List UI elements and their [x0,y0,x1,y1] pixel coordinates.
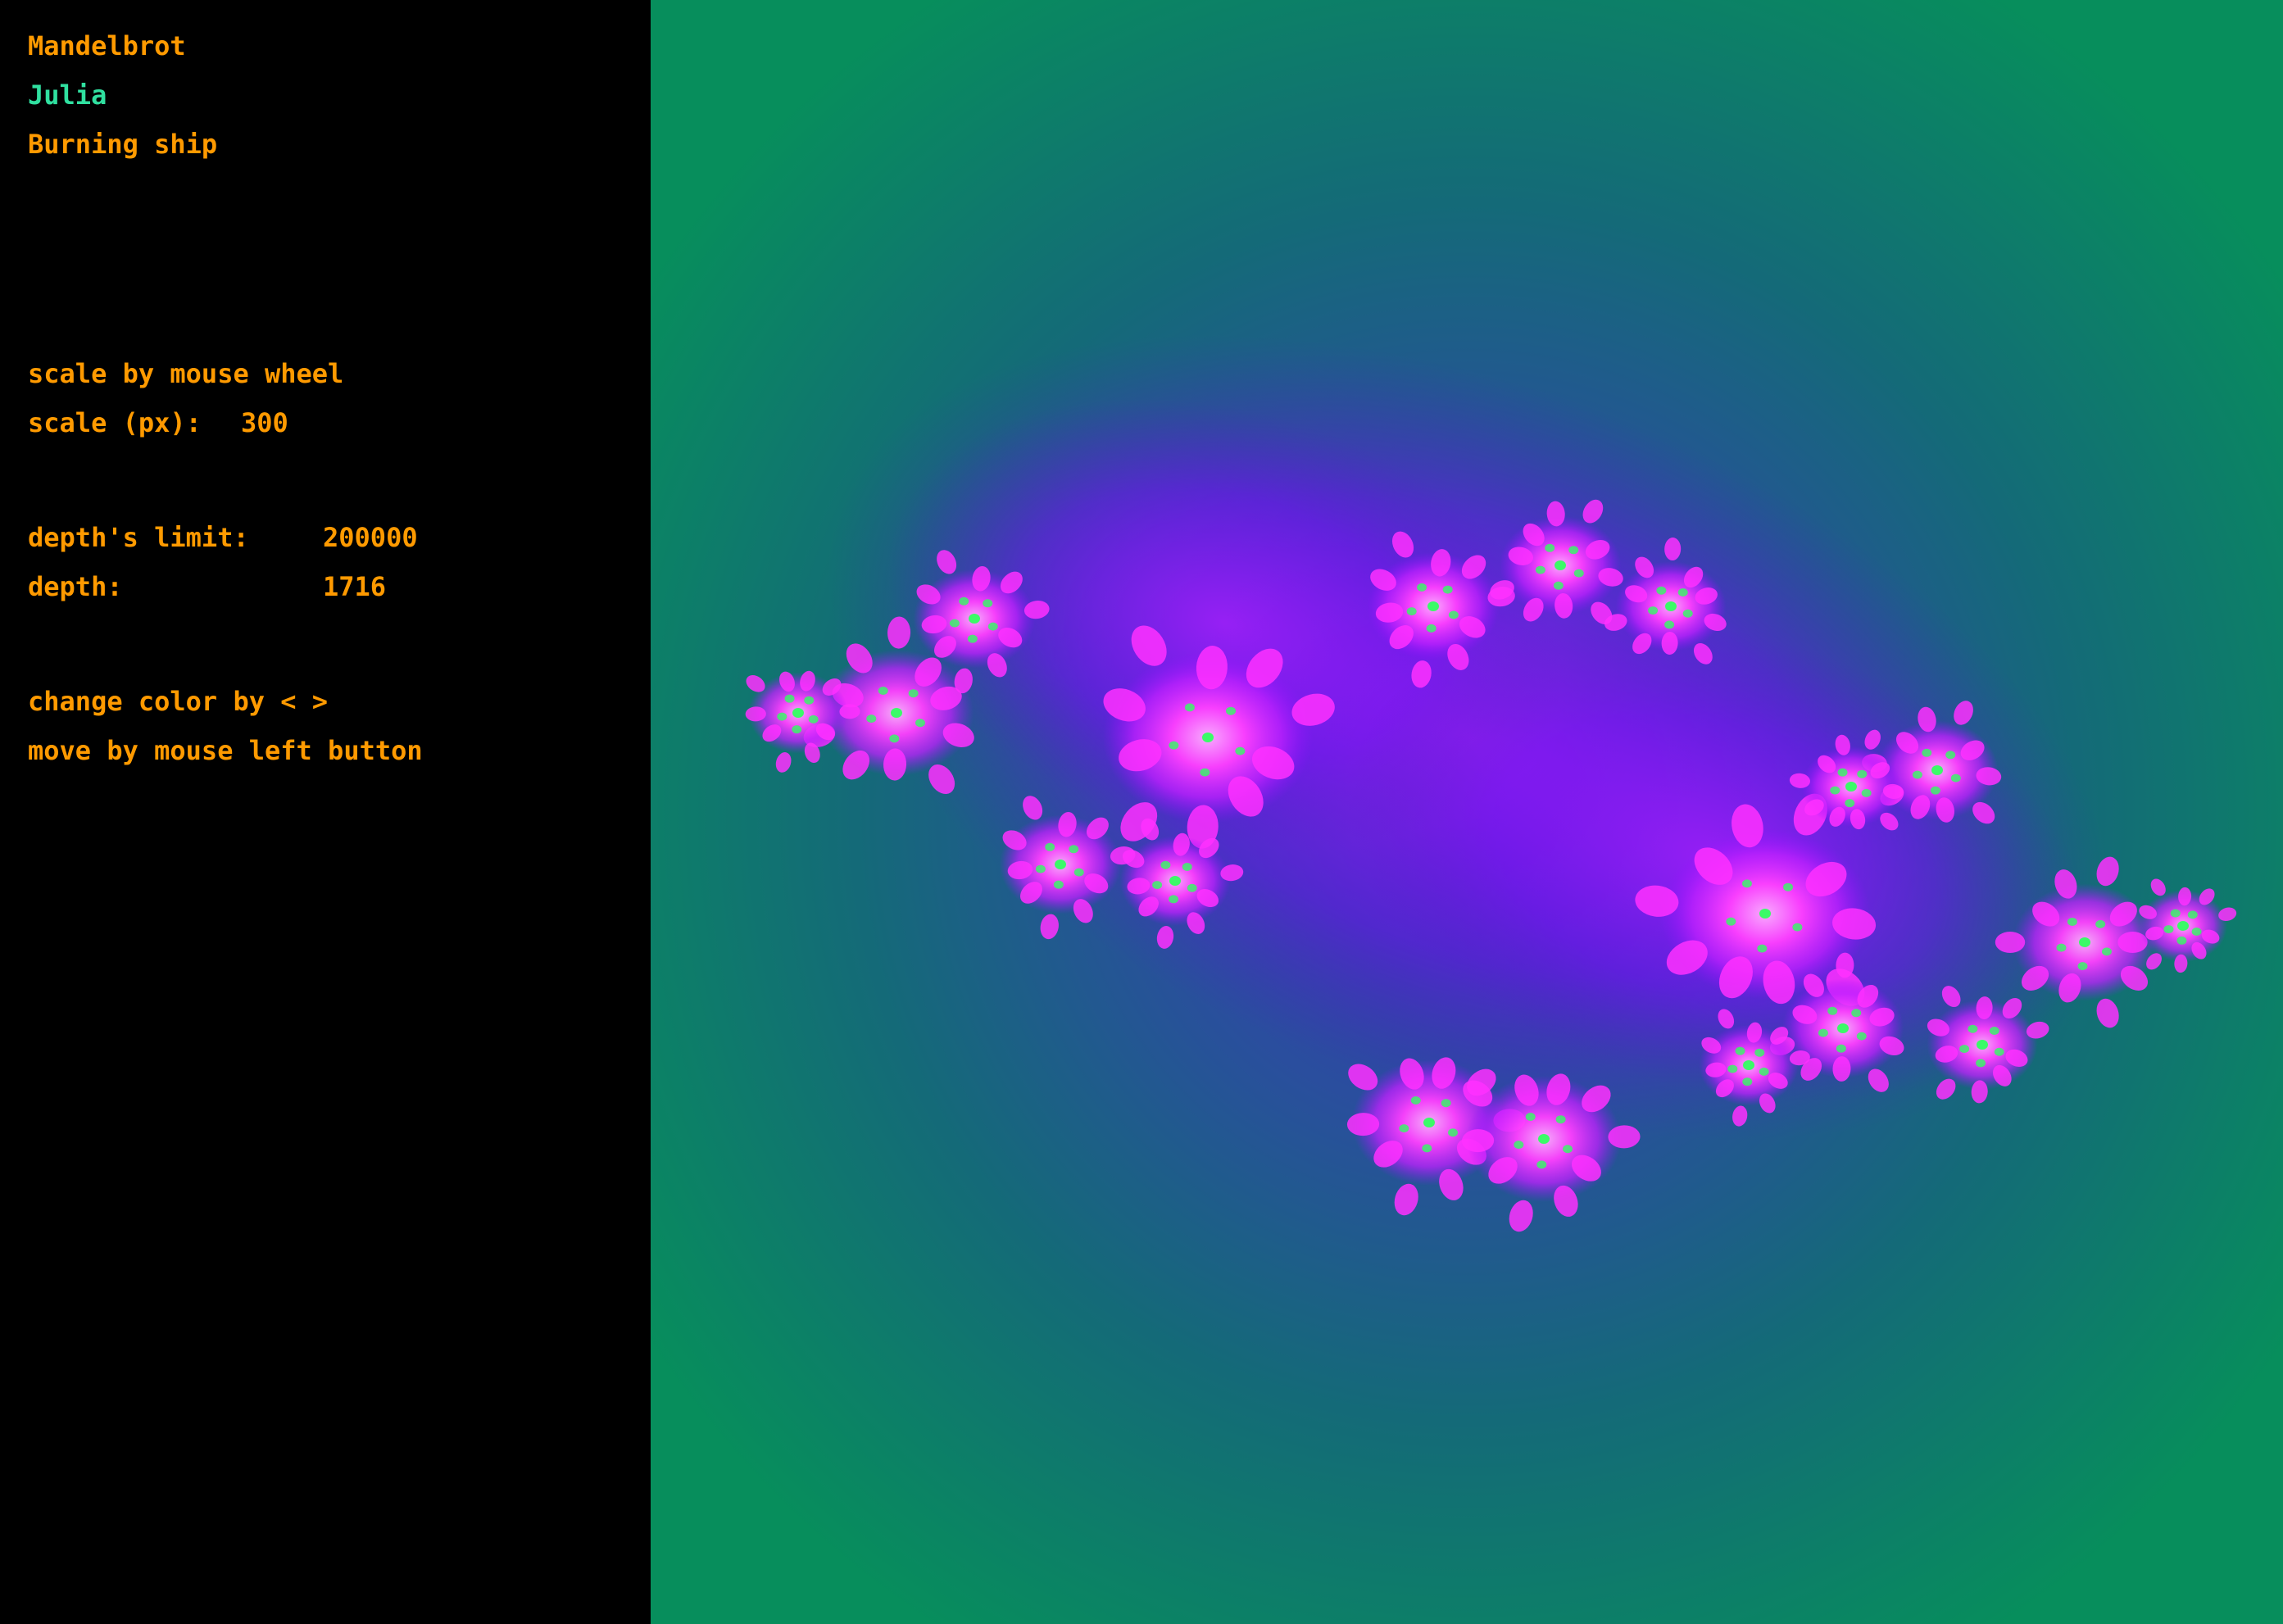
scale-label: scale (px): [28,407,202,438]
scale-value: 300 [241,407,288,438]
depth-value: 1716 [323,571,387,602]
julia-fractal-canvas[interactable] [651,0,2283,1624]
depth-label: depth: [28,571,123,602]
scale-hint: scale by mouse wheel [28,358,344,389]
move-hint: move by mouse left button [28,735,423,766]
depth-limit-label: depth's limit: [28,522,249,553]
control-panel: Mandelbrot Julia Burning ship scale by m… [0,0,651,1624]
fractal-canvas-area[interactable] [651,0,2283,1624]
depth-limit-value: 200000 [323,522,418,553]
menu-item-mandelbrot[interactable]: Mandelbrot [28,33,186,59]
app-window: Mandelbrot Julia Burning ship scale by m… [0,0,2283,1624]
menu-item-julia[interactable]: Julia [28,82,107,108]
menu-item-burning-ship[interactable]: Burning ship [28,131,217,157]
color-hint: change color by < > [28,686,329,717]
